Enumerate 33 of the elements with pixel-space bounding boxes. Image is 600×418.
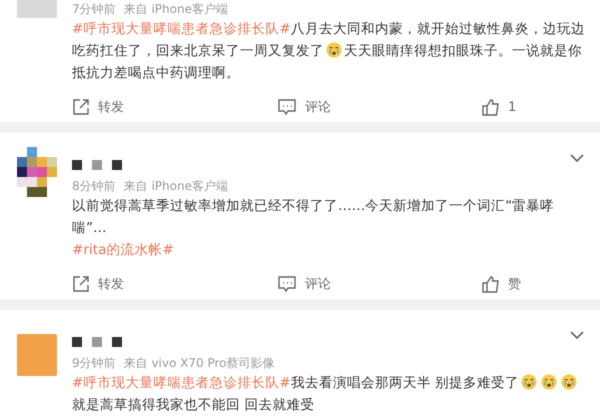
comment-button[interactable]: 评论: [277, 98, 331, 116]
crying-emoji-icon: [326, 42, 342, 58]
post-source: 来自 vivo X70 Pro蔡司影像: [124, 355, 274, 372]
post-source: 来自 iPhone客户端: [124, 1, 228, 18]
hashtag-link[interactable]: #呼市现大量哮喘患者急诊排长队#: [72, 21, 291, 37]
post-text: 以前觉得蒿草季过敏率增加就已经不得了了……今天新增加了一个词汇“雷暴哮喘”…: [72, 197, 556, 238]
share-icon: [72, 275, 90, 293]
crying-emoji-icon: [561, 374, 578, 390]
crying-emoji-icon: [541, 374, 558, 390]
share-icon: [72, 98, 90, 116]
like-button[interactable]: 赞: [482, 275, 521, 293]
avatar-placeholder: [17, 0, 57, 18]
post-time: 9分钟前: [72, 355, 116, 372]
post-text: #呼市现大量哮喘患者急诊排长队#八月去大同和内蒙，就开始过敏性鼻炎，边玩边吃药扛住了，回来北京呆了一周又复发了 天天眼睛痒得想扣眼珠子。一说就是你抵抗力差喝点中药调理啊。: [72, 20, 585, 83]
hashtag-link[interactable]: #rita的流水帐#: [72, 239, 174, 261]
comment-icon: [277, 275, 297, 293]
chevron-down-icon[interactable]: [569, 330, 585, 340]
post-source: 来自 iPhone客户端: [124, 178, 228, 195]
thumbs-up-icon: [482, 98, 500, 116]
comment-button[interactable]: 评论: [277, 275, 331, 293]
post-time: 7分钟前: [72, 1, 116, 18]
like-button[interactable]: 1: [482, 98, 516, 116]
avatar-placeholder: [17, 334, 57, 376]
pixelated-avatar-drawing: [17, 147, 57, 197]
crying-emoji-icon: [521, 374, 538, 390]
comment-icon: [277, 98, 297, 116]
chevron-down-icon[interactable]: [569, 153, 585, 163]
repost-button[interactable]: 转发: [72, 98, 124, 116]
repost-button[interactable]: 转发: [72, 275, 124, 293]
hashtag-link[interactable]: #呼市现大量哮喘患者急诊排长队#: [72, 375, 291, 391]
thumbs-up-icon: [482, 275, 500, 293]
post-time: 8分钟前: [72, 178, 116, 195]
post-text: #呼市现大量哮喘患者急诊排长队#我去看演唱会那两天半 别提多难受了 就是蒿草搞得我家也不能回 回去就难受: [72, 372, 585, 416]
